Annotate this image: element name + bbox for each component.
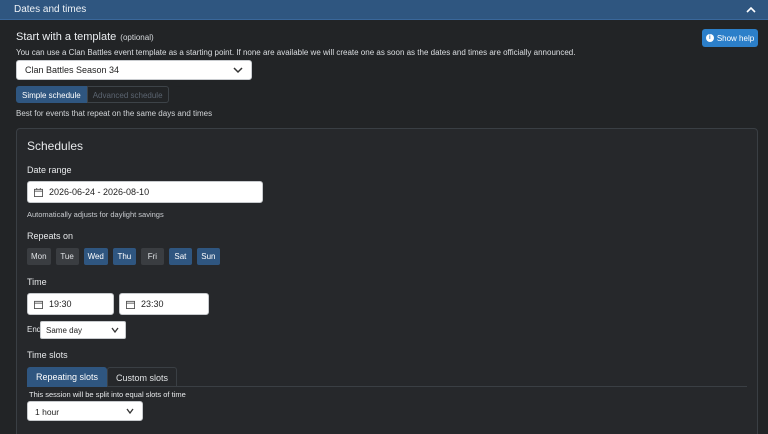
day-toggle-sun[interactable]: Sun <box>196 248 220 265</box>
date-range-input[interactable]: 2026-06-24 - 2026-08-10 <box>27 181 263 203</box>
help-label: Show help <box>716 33 755 43</box>
section-title: Dates and times <box>14 4 87 15</box>
daylight-note: Automatically adjusts for daylight savin… <box>27 210 164 219</box>
show-help-button[interactable]: i Show help <box>702 29 758 47</box>
tab-repeating-slots[interactable]: Repeating slots <box>27 367 107 387</box>
time-slots-label: Time slots <box>27 350 68 360</box>
start-time-value: 19:30 <box>49 299 72 309</box>
calendar-icon <box>126 300 135 309</box>
template-selected-value: Clan Battles Season 34 <box>25 65 120 75</box>
day-toggle-tue[interactable]: Tue <box>55 248 79 265</box>
template-title: Start with a template <box>16 31 117 43</box>
repeats-on-label: Repeats on <box>27 231 74 241</box>
chevron-down-icon <box>233 67 243 74</box>
day-toggle-wed[interactable]: Wed <box>83 248 108 265</box>
time-label: Time <box>27 277 47 287</box>
day-toggle-mon[interactable]: Mon <box>27 248 51 265</box>
info-icon: i <box>705 34 714 42</box>
time-slot-tabs: Repeating slots Custom slots <box>27 367 747 387</box>
tab-custom-slots[interactable]: Custom slots <box>107 367 177 387</box>
date-range-label: Date range <box>27 165 72 175</box>
chevron-up-icon[interactable] <box>744 3 758 17</box>
end-time-input[interactable]: 23:30 <box>119 293 209 315</box>
schedules-panel: Schedules Date range 2026-06-24 - 2026-0… <box>16 128 758 434</box>
day-toggle-thu[interactable]: Thu <box>112 248 136 265</box>
schedules-title: Schedules <box>27 139 84 153</box>
slot-length-value: 1 hour <box>35 407 60 417</box>
ends-select[interactable]: Same day <box>40 321 126 339</box>
chevron-down-icon <box>126 408 134 414</box>
schedule-hint: Best for events that repeat on the same … <box>16 109 213 118</box>
calendar-icon <box>34 187 43 197</box>
template-select[interactable]: Clan Battles Season 34 <box>16 60 252 80</box>
section-header[interactable]: Dates and times <box>0 0 768 20</box>
ends-value: Same day <box>46 326 83 335</box>
schedule-mode-toggle: Simple schedule Advanced schedule <box>16 86 169 103</box>
day-toggle-fri[interactable]: Fri <box>140 248 164 265</box>
optional-label: (optional) <box>120 33 154 42</box>
day-toggle-sat[interactable]: Sat <box>168 248 192 265</box>
split-note: This session will be split into equal sl… <box>29 390 186 399</box>
simple-schedule-button[interactable]: Simple schedule <box>16 86 87 103</box>
date-range-value: 2026-06-24 - 2026-08-10 <box>49 187 150 197</box>
template-heading: Start with a template (optional) <box>16 31 154 43</box>
template-description: You can use a Clan Battles event templat… <box>16 48 576 57</box>
weekday-selector: Mon Tue Wed Thu Fri Sat Sun <box>27 248 220 265</box>
calendar-icon <box>34 300 43 309</box>
slot-length-select[interactable]: 1 hour <box>27 401 143 421</box>
chevron-down-icon <box>111 327 119 333</box>
end-time-value: 23:30 <box>141 299 164 309</box>
advanced-schedule-button[interactable]: Advanced schedule <box>86 86 169 103</box>
start-time-input[interactable]: 19:30 <box>27 293 114 315</box>
